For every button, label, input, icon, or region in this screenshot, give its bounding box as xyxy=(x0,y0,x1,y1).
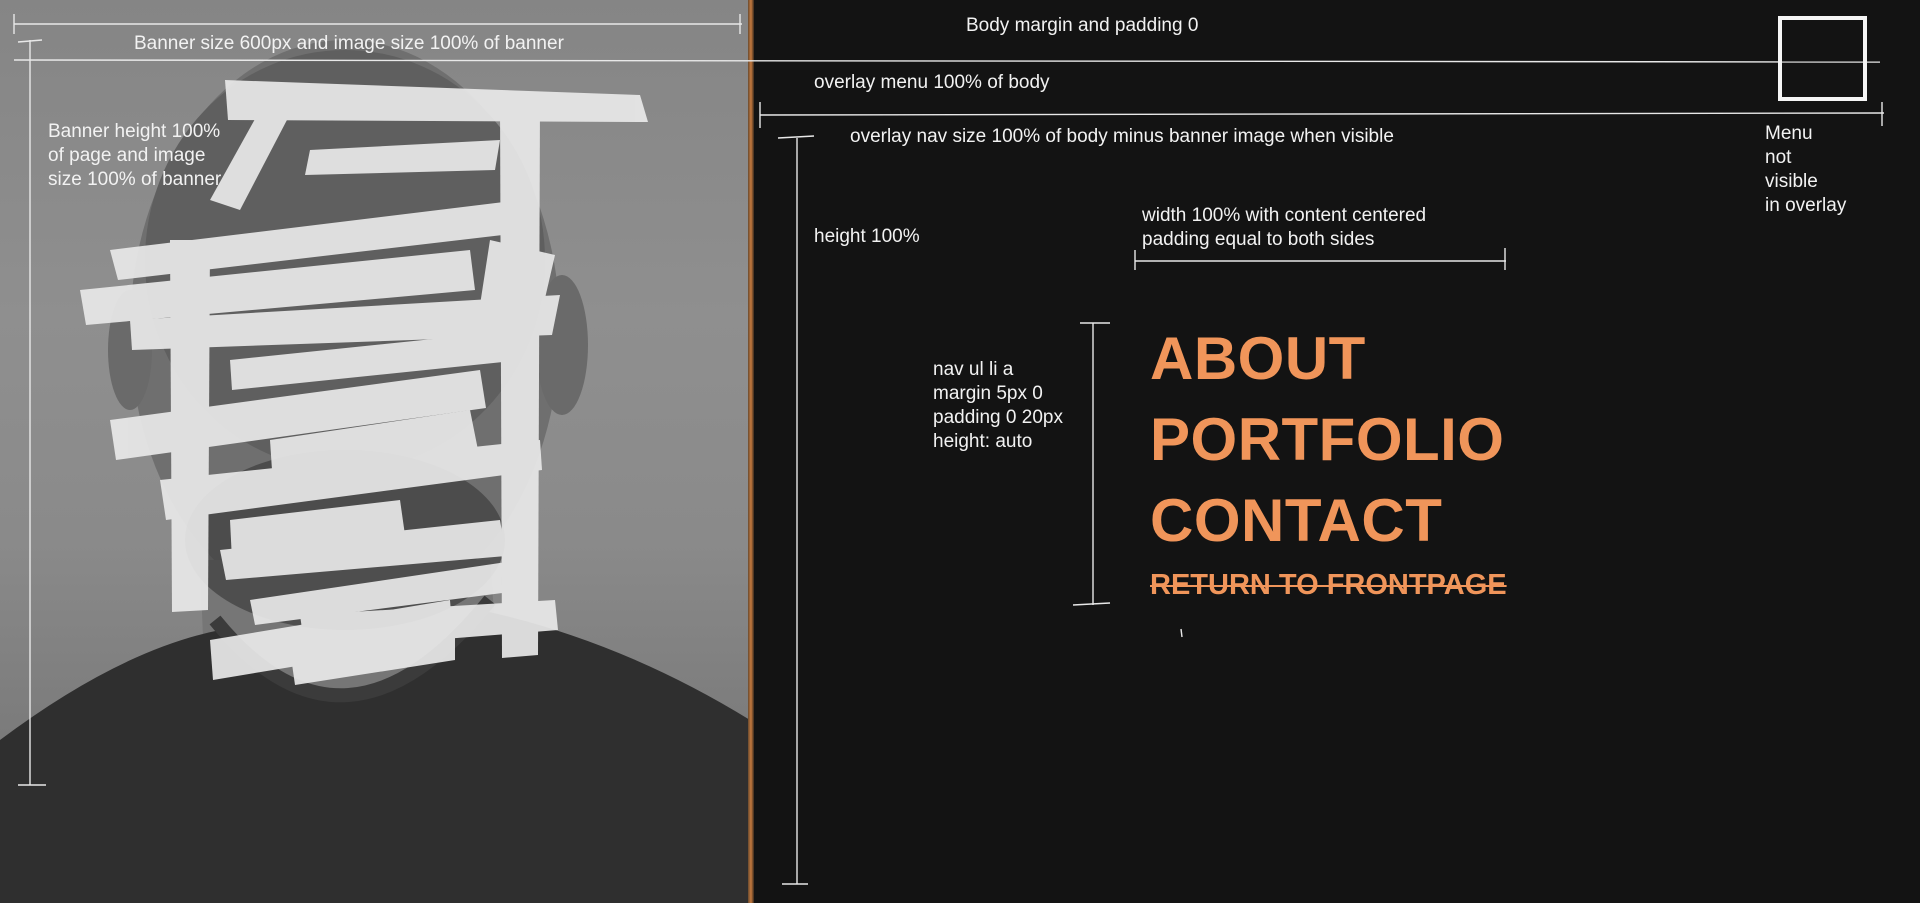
note-height: height 100% xyxy=(814,226,920,247)
note-banner-size: Banner size 600px and image size 100% of… xyxy=(134,33,564,54)
note-overlay-nav: overlay nav size 100% of body minus bann… xyxy=(850,126,1394,147)
note-nav-li: nav ul li a margin 5px 0 padding 0 20px … xyxy=(933,359,1063,452)
nav-link-portfolio[interactable]: PORTFOLIO xyxy=(1150,399,1507,480)
note-width-centered: width 100% with content centered padding… xyxy=(1142,205,1427,250)
note-banner-height: Banner height 100% of page and image siz… xyxy=(48,121,222,190)
nav-item-return: RETURN TO FRONTPAGE xyxy=(1150,565,1507,605)
page: Body margin and padding 0 Banner size 60… xyxy=(0,0,1920,903)
nav-link-about[interactable]: ABOUT xyxy=(1150,318,1507,399)
note-body-margin: Body margin and padding 0 xyxy=(966,15,1199,36)
nav-item-contact: CONTACT xyxy=(1150,480,1507,561)
overlay-nav: ABOUT PORTFOLIO CONTACT RETURN TO FRONTP… xyxy=(1150,318,1507,605)
note-menu-not-visible: Menu not visible in overlay xyxy=(1765,123,1847,216)
nav-link-contact[interactable]: CONTACT xyxy=(1150,480,1507,561)
note-overlay-menu: overlay menu 100% of body xyxy=(814,72,1050,93)
nav-link-return-frontpage[interactable]: RETURN TO FRONTPAGE xyxy=(1150,565,1507,605)
nav-list: ABOUT PORTFOLIO CONTACT RETURN TO FRONTP… xyxy=(1150,318,1507,605)
nav-item-about: ABOUT xyxy=(1150,318,1507,399)
menu-toggle-box-icon[interactable] xyxy=(1778,16,1867,101)
nav-item-portfolio: PORTFOLIO xyxy=(1150,399,1507,480)
